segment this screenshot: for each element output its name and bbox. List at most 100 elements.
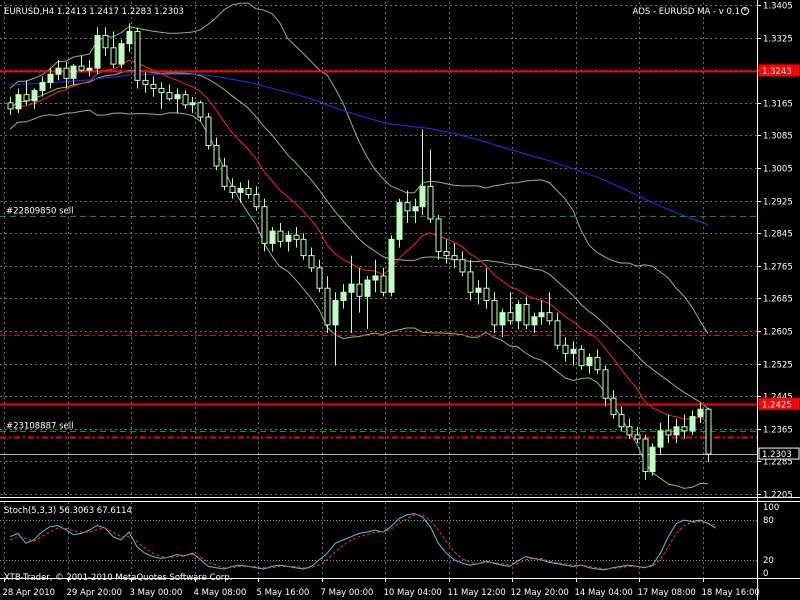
time-label: 4 May 08:00 — [194, 588, 247, 598]
time-label: 28 Apr 2010 — [3, 588, 56, 598]
candle-body — [285, 234, 292, 242]
candle-body — [467, 271, 474, 293]
time-label: 18 May 16:00 — [702, 588, 760, 598]
candle-body — [47, 73, 54, 83]
candle-body — [570, 348, 577, 354]
candle-body — [673, 426, 680, 436]
price-tag-label: 1.3243 — [762, 67, 792, 77]
candle-body — [205, 116, 212, 147]
candle-body — [483, 287, 490, 301]
time-label: 7 May 00:00 — [321, 588, 374, 598]
candle-body — [213, 145, 220, 167]
candle-body — [412, 206, 419, 212]
candle-body — [356, 283, 363, 297]
candle-body — [499, 312, 506, 326]
candle-body — [340, 291, 347, 301]
candle-body — [578, 348, 585, 367]
candle-body — [419, 185, 426, 208]
candle-body — [491, 299, 498, 326]
price-tick-label: 1.2925 — [763, 198, 793, 208]
candle-body — [78, 65, 85, 71]
candle-body — [697, 408, 704, 418]
candle-body — [158, 88, 165, 94]
price-tick-label: 1.3165 — [763, 100, 793, 110]
price-tick-label: 1.3005 — [763, 165, 793, 175]
candle-body — [388, 238, 395, 293]
candle-body — [261, 206, 268, 244]
candle-body — [475, 287, 482, 293]
candle-body — [245, 187, 252, 195]
candle-body — [102, 35, 109, 49]
stoch-tick-label: 0 — [763, 569, 768, 579]
price-tick-label: 1.2605 — [763, 328, 793, 338]
candle-body — [166, 92, 173, 100]
time-label: 11 May 12:00 — [448, 588, 506, 598]
price-tick-label: 1.2845 — [763, 230, 793, 240]
candle-body — [610, 397, 617, 416]
copyright-text: XTB-Trader, © 2001-2010 MetaQuotes Softw… — [4, 573, 232, 583]
candle-body — [515, 304, 522, 322]
price-tick-label: 1.3325 — [763, 35, 793, 45]
candle-body — [110, 47, 117, 65]
candle-body — [316, 267, 323, 289]
candle-body — [586, 356, 593, 367]
candle-body — [380, 275, 387, 293]
candle-body — [348, 283, 355, 293]
candle-body — [634, 434, 641, 440]
candle-body — [55, 67, 62, 75]
candle-body — [94, 35, 101, 69]
candle-body — [142, 79, 149, 85]
candle-body — [562, 344, 569, 354]
candle-body — [372, 275, 379, 281]
price-tick-label: 1.2765 — [763, 263, 793, 273]
candle-body — [293, 234, 300, 240]
candle-body — [546, 312, 553, 322]
candle-body — [39, 81, 46, 92]
candle-body — [538, 312, 545, 318]
candle-body — [197, 102, 204, 118]
candle-body — [602, 369, 609, 399]
candle-body — [396, 202, 403, 240]
indicator-title: AOS - EURUSD MA - v 0.1 — [633, 7, 740, 17]
stoch-tick-label: 100 — [763, 503, 779, 513]
order-label: #23108887 sell — [6, 422, 73, 432]
candle-body — [23, 94, 30, 102]
chart-header: EURUSD,H4 1.2413 1.2417 1.2283 1.2303 — [4, 7, 184, 17]
candle-body — [126, 30, 133, 45]
candle-body — [253, 193, 260, 208]
candle-body — [451, 255, 458, 261]
stoch-tick-label: 80 — [763, 516, 774, 526]
price-tick-label: 1.2365 — [763, 426, 793, 436]
order-label: #22809850 sell — [6, 207, 73, 217]
stoch-label: Stoch(5,3,3) 56.3063 67.6114 — [4, 506, 132, 516]
candle-body — [182, 94, 189, 106]
candle-body — [189, 102, 196, 106]
candle-body — [531, 316, 538, 326]
candle-body — [15, 94, 22, 110]
price-tick-label: 1.2685 — [763, 295, 793, 305]
candle-body — [681, 426, 688, 432]
candle-body — [134, 30, 141, 81]
candle-body — [657, 430, 664, 448]
time-label: 29 Apr 20:00 — [67, 588, 122, 598]
time-label: 5 May 16:00 — [257, 588, 310, 598]
stoch-tick-label: 20 — [763, 556, 774, 566]
candle-body — [221, 165, 228, 187]
candle-body — [427, 185, 434, 220]
trading-chart[interactable]: #22809850 sell #23108887 sell 100 80 20 0 1.… — [0, 0, 800, 600]
candle-body — [689, 416, 696, 432]
candle-body — [626, 426, 633, 436]
candle-body — [618, 414, 625, 428]
candle-body — [31, 90, 38, 102]
price-tick-label: 1.3085 — [763, 132, 793, 142]
candle-body — [332, 299, 339, 326]
candle-body — [665, 430, 672, 436]
candle-body — [150, 83, 157, 90]
price-tag-label: 1.2303 — [762, 450, 792, 460]
candle-body — [459, 259, 466, 273]
price-tag-label: 1.2425 — [762, 400, 792, 410]
candle-body — [277, 230, 284, 242]
candle-body — [649, 446, 656, 473]
time-label: 12 May 20:00 — [511, 588, 569, 598]
candle-body — [523, 304, 530, 326]
